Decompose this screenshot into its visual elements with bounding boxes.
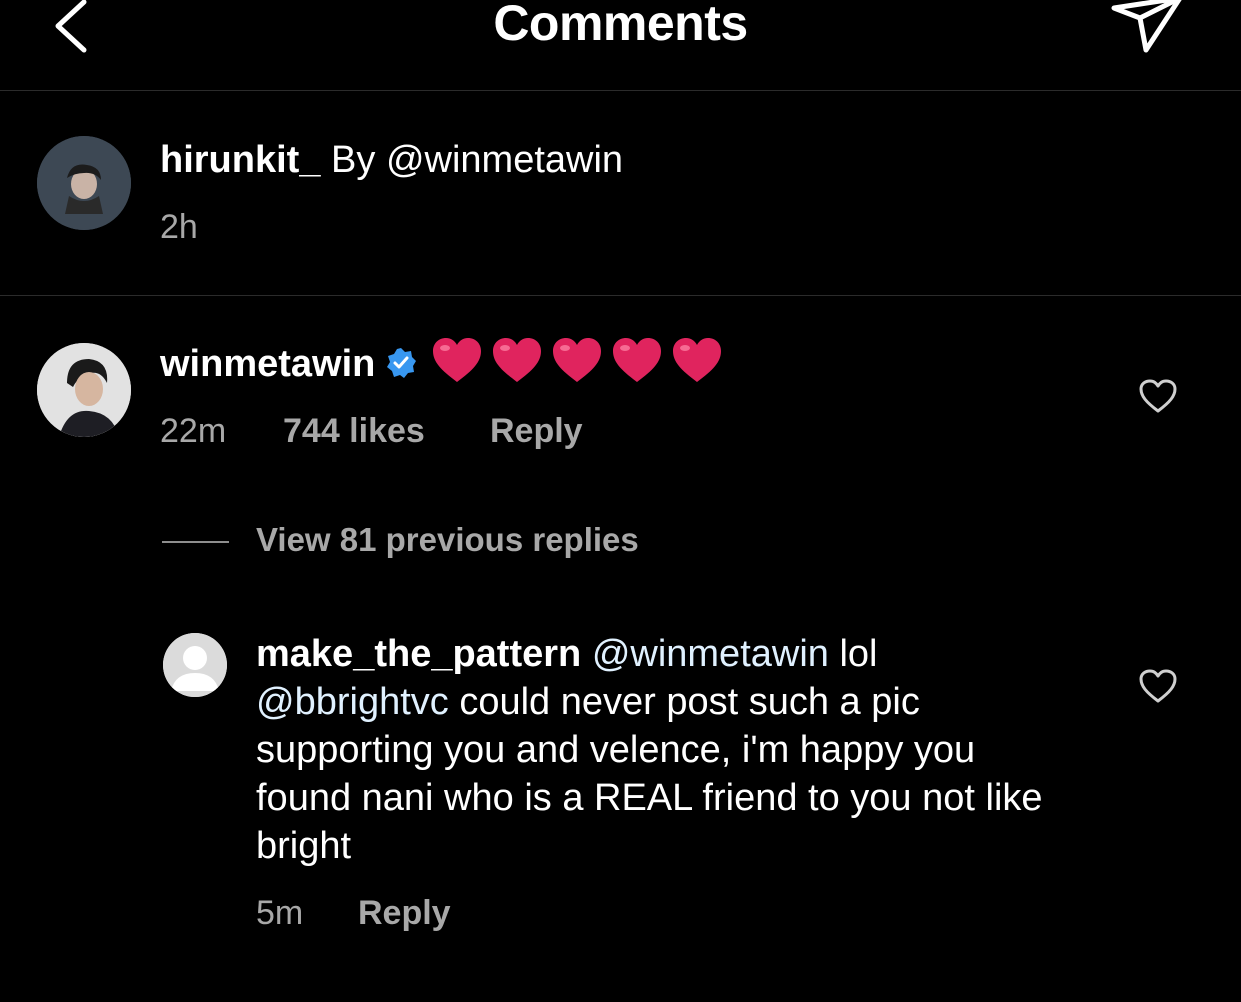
page-title: Comments: [493, 0, 748, 51]
comment-line: winmetawin: [160, 336, 731, 398]
paper-plane-icon: [1111, 0, 1182, 53]
heart-emoji-group: [431, 336, 731, 398]
view-previous-replies[interactable]: View 81 previous replies: [256, 521, 639, 559]
reply-text-1: lol: [828, 633, 878, 675]
reply-text: make_the_pattern @winmetawin lol @bbrigh…: [256, 630, 1056, 870]
verified-badge-icon: [385, 343, 417, 378]
heart-emoji-icon: [611, 336, 663, 386]
avatar-image: [37, 343, 131, 437]
heart-outline-icon[interactable]: [1138, 668, 1178, 704]
default-avatar-icon: [163, 633, 227, 697]
reply-mention-1[interactable]: @winmetawin: [592, 633, 829, 675]
comment-reply-button[interactable]: Reply: [490, 412, 583, 451]
caption-by-text: By: [331, 139, 376, 181]
comment-time: 22m: [160, 412, 227, 450]
comment-username[interactable]: winmetawin: [160, 343, 375, 385]
caption-line: hirunkit_ By @winmetawin: [160, 136, 623, 184]
caption-username[interactable]: hirunkit_: [160, 139, 320, 181]
heart-outline-icon[interactable]: [1138, 378, 1178, 414]
avatar[interactable]: [37, 343, 131, 437]
comment-likes[interactable]: 744 likes: [283, 412, 425, 451]
reply-time: 5m: [256, 894, 304, 932]
heart-emoji-icon: [671, 336, 723, 386]
header-divider: [0, 90, 1241, 91]
reply-username[interactable]: make_the_pattern: [256, 633, 581, 675]
view-replies-line: [162, 541, 229, 543]
caption-time: 2h: [160, 208, 198, 246]
avatar[interactable]: [163, 633, 227, 697]
avatar-image: [37, 136, 131, 230]
caption-divider: [0, 295, 1241, 296]
reply-reply-button[interactable]: Reply: [358, 894, 451, 933]
caption-mention[interactable]: @winmetawin: [386, 139, 623, 181]
heart-emoji-icon: [491, 336, 543, 386]
reply-mention-2[interactable]: @bbrightvc: [256, 681, 449, 723]
avatar[interactable]: [37, 136, 131, 230]
heart-emoji-icon: [431, 336, 483, 386]
heart-emoji-icon: [551, 336, 603, 386]
share-button[interactable]: [1108, 0, 1192, 60]
